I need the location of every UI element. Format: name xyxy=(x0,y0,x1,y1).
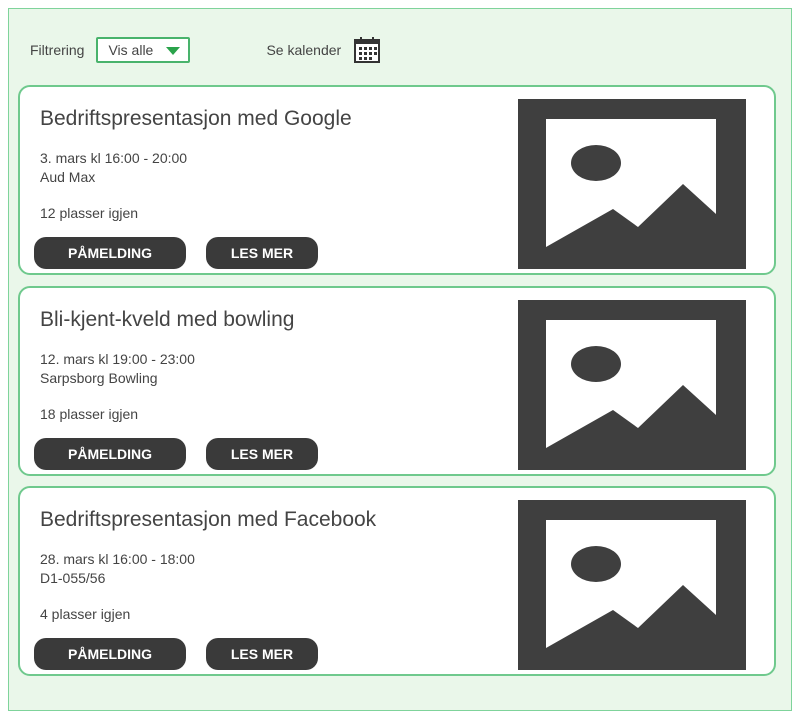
event-seats: 18 plasser igjen xyxy=(40,406,139,422)
read-more-button[interactable]: LES MER xyxy=(206,237,318,269)
read-more-button[interactable]: LES MER xyxy=(206,438,318,470)
image-placeholder-icon xyxy=(518,500,746,670)
event-title: Bli-kjent-kveld med bowling xyxy=(40,308,295,331)
event-card: Bli-kjent-kveld med bowling 12. mars kl … xyxy=(18,286,776,476)
chevron-down-icon xyxy=(166,47,181,55)
event-card: Bedriftspresentasjon med Facebook 28. ma… xyxy=(18,486,776,676)
event-location: D1-055/56 xyxy=(40,570,106,586)
event-title: Bedriftspresentasjon med Facebook xyxy=(40,508,377,531)
read-more-button[interactable]: LES MER xyxy=(206,638,318,670)
signup-button[interactable]: PÅMELDING xyxy=(34,438,186,470)
event-location: Sarpsborg Bowling xyxy=(40,370,158,386)
event-date: 28. mars kl 16:00 - 18:00 xyxy=(40,551,195,567)
filter-select[interactable]: Vis alle xyxy=(96,37,191,63)
image-placeholder-icon xyxy=(518,300,746,470)
signup-button[interactable]: PÅMELDING xyxy=(34,237,186,269)
event-seats: 4 plasser igjen xyxy=(40,606,131,622)
event-date: 3. mars kl 16:00 - 20:00 xyxy=(40,150,188,166)
event-card: Bedriftspresentasjon med Google 3. mars … xyxy=(18,85,776,275)
filter-bar: Filtrering Vis alle Se kalender xyxy=(30,36,381,64)
event-date: 12. mars kl 19:00 - 23:00 xyxy=(40,351,195,367)
filter-label: Filtrering xyxy=(30,42,85,58)
event-title: Bedriftspresentasjon med Google xyxy=(40,107,352,130)
event-seats: 12 plasser igjen xyxy=(40,205,139,221)
event-location: Aud Max xyxy=(40,169,96,185)
signup-button[interactable]: PÅMELDING xyxy=(34,638,186,670)
calendar-link[interactable]: Se kalender xyxy=(266,42,341,58)
image-placeholder-icon xyxy=(518,99,746,269)
calendar-icon[interactable] xyxy=(353,36,381,64)
filter-selected-value: Vis alle xyxy=(108,42,154,58)
